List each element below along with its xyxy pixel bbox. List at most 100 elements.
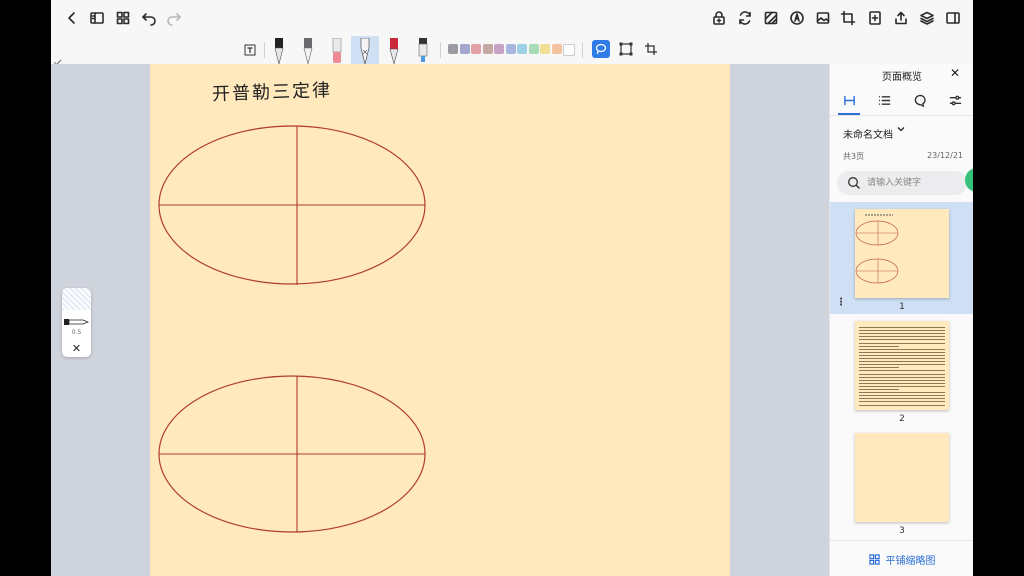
fountain-pen-tool[interactable]	[272, 36, 286, 64]
page-thumbnail-2[interactable]: 2	[830, 314, 973, 426]
pen-size-value: 0.5	[71, 329, 82, 336]
text-tool-icon[interactable]	[243, 36, 257, 64]
thumbnail-text-line	[859, 351, 945, 353]
pen-size-icon[interactable]	[63, 318, 89, 326]
color-swatch[interactable]	[528, 44, 539, 54]
thumbnail-text-line	[859, 401, 945, 403]
thumbnail-image	[855, 321, 949, 410]
divider	[830, 115, 973, 116]
thumbnail-text-line	[859, 395, 945, 397]
pen-size-widget: 0.5 ✕	[62, 288, 91, 357]
divider	[582, 42, 583, 58]
share-icon[interactable]	[892, 9, 910, 27]
drawing-layer	[158, 125, 426, 533]
thumbnail-text-line	[859, 370, 945, 372]
lock-add-icon[interactable]	[710, 9, 728, 27]
color-swatch[interactable]	[448, 44, 458, 54]
search-box	[837, 171, 967, 195]
color-swatch[interactable]	[517, 44, 527, 54]
color-swatch[interactable]	[482, 44, 493, 54]
template-icon[interactable]	[762, 9, 780, 27]
thumbnail-text-line	[859, 385, 945, 387]
canvas-area: 开普勒三定律	[51, 64, 829, 576]
document-date: 23/12/21	[927, 151, 963, 160]
panel-toggle-icon[interactable]	[944, 9, 962, 27]
grid-icon[interactable]	[114, 9, 132, 27]
thumbnail-text-line	[859, 336, 945, 338]
undo-icon[interactable]	[140, 9, 158, 27]
tab-pages-icon[interactable]	[839, 92, 859, 108]
layers-icon[interactable]	[918, 9, 936, 27]
thumbnail-text-line	[859, 404, 945, 406]
screenshot-crop-icon[interactable]	[642, 40, 660, 58]
chevron-down-icon[interactable]	[896, 124, 906, 137]
thumbnail-text-line	[859, 373, 945, 375]
page-count: 共3页	[843, 152, 865, 161]
color-swatch[interactable]	[540, 44, 550, 54]
grid-icon	[868, 553, 880, 565]
thumbnail-image	[855, 433, 949, 522]
thumbnail-text-line	[859, 327, 945, 328]
thumbnail-text-line	[859, 342, 945, 344]
add-page-icon[interactable]	[866, 9, 884, 27]
thumbnail-text-line	[859, 361, 945, 363]
red-pen-tool[interactable]	[387, 36, 401, 64]
highlighter-tool[interactable]	[416, 36, 430, 64]
panel-close-icon[interactable]: ✕	[950, 66, 960, 80]
image-icon[interactable]	[814, 9, 832, 27]
color-swatch[interactable]	[505, 44, 516, 54]
thumbnail-text-line	[859, 358, 945, 359]
thumbnail-text-line	[859, 367, 899, 369]
page-thumbnail-3[interactable]: 3	[830, 426, 973, 538]
tab-settings-icon[interactable]	[945, 92, 965, 108]
crop-icon[interactable]	[839, 9, 857, 27]
color-swatch[interactable]	[551, 44, 562, 54]
divider	[264, 42, 265, 58]
tile-thumbnails-button[interactable]: 平铺缩略图	[830, 540, 973, 576]
color-swatch[interactable]	[459, 44, 470, 54]
page-overview-panel: 页面概览 ✕ 未命名文档 共3页 23/12/21 请输入关键字 ⋮ 1 2 3…	[829, 64, 973, 576]
document-name[interactable]: 未命名文档	[843, 126, 893, 141]
thumbnail-text-line	[859, 348, 945, 350]
thumbnail-text-line	[859, 398, 945, 400]
search-icon	[848, 177, 860, 189]
pen-toolbar	[51, 36, 973, 67]
eraser-tool[interactable]	[330, 36, 344, 64]
assistant-handle[interactable]	[965, 168, 973, 192]
tile-thumbnails-label: 平铺缩略图	[885, 555, 936, 567]
search-input[interactable]	[865, 177, 959, 189]
thumbnail-text-line	[859, 345, 899, 347]
page-number: 3	[899, 526, 905, 536]
lasso-pen-tool[interactable]	[351, 36, 379, 64]
pencil-tool[interactable]	[301, 36, 315, 64]
tab-outline-icon[interactable]	[874, 92, 894, 108]
thumbnail-image	[855, 209, 949, 298]
lasso-select-icon[interactable]	[592, 40, 610, 58]
sync-icon[interactable]	[736, 9, 754, 27]
thumbnail-text-line	[859, 333, 945, 335]
page-number: 2	[899, 414, 905, 424]
color-swatch[interactable]	[563, 44, 575, 56]
color-swatch[interactable]	[494, 44, 504, 54]
page-thumbnail-1[interactable]: ⋮ 1	[830, 202, 973, 314]
thumbnail-text-line	[859, 339, 945, 341]
top-bar	[51, 0, 973, 36]
tab-comments-icon[interactable]	[910, 92, 930, 108]
color-swatch[interactable]	[471, 44, 481, 54]
thumbnail-text-line	[859, 379, 945, 381]
thumbnail-text-line	[859, 330, 945, 332]
sidebar-icon[interactable]	[88, 9, 106, 27]
note-app: 开普勒三定律 0.5 ✕ 页面概览 ✕ 未命名文档 共3页 23/12/21 请…	[51, 0, 973, 576]
thumbnail-text-line	[859, 364, 945, 366]
close-widget-icon[interactable]: ✕	[62, 342, 91, 355]
divider	[440, 42, 441, 58]
thumbnail-text-line	[859, 376, 945, 378]
pen-nib-icon[interactable]	[788, 9, 806, 27]
back-icon[interactable]	[63, 9, 81, 27]
redo-icon[interactable]	[165, 9, 183, 27]
thumbnail-text-line	[859, 392, 945, 394]
thumbnail-text-line	[859, 389, 899, 390]
box-select-icon[interactable]	[617, 40, 635, 58]
note-page[interactable]: 开普勒三定律	[150, 64, 730, 576]
pen-preview	[62, 288, 91, 310]
